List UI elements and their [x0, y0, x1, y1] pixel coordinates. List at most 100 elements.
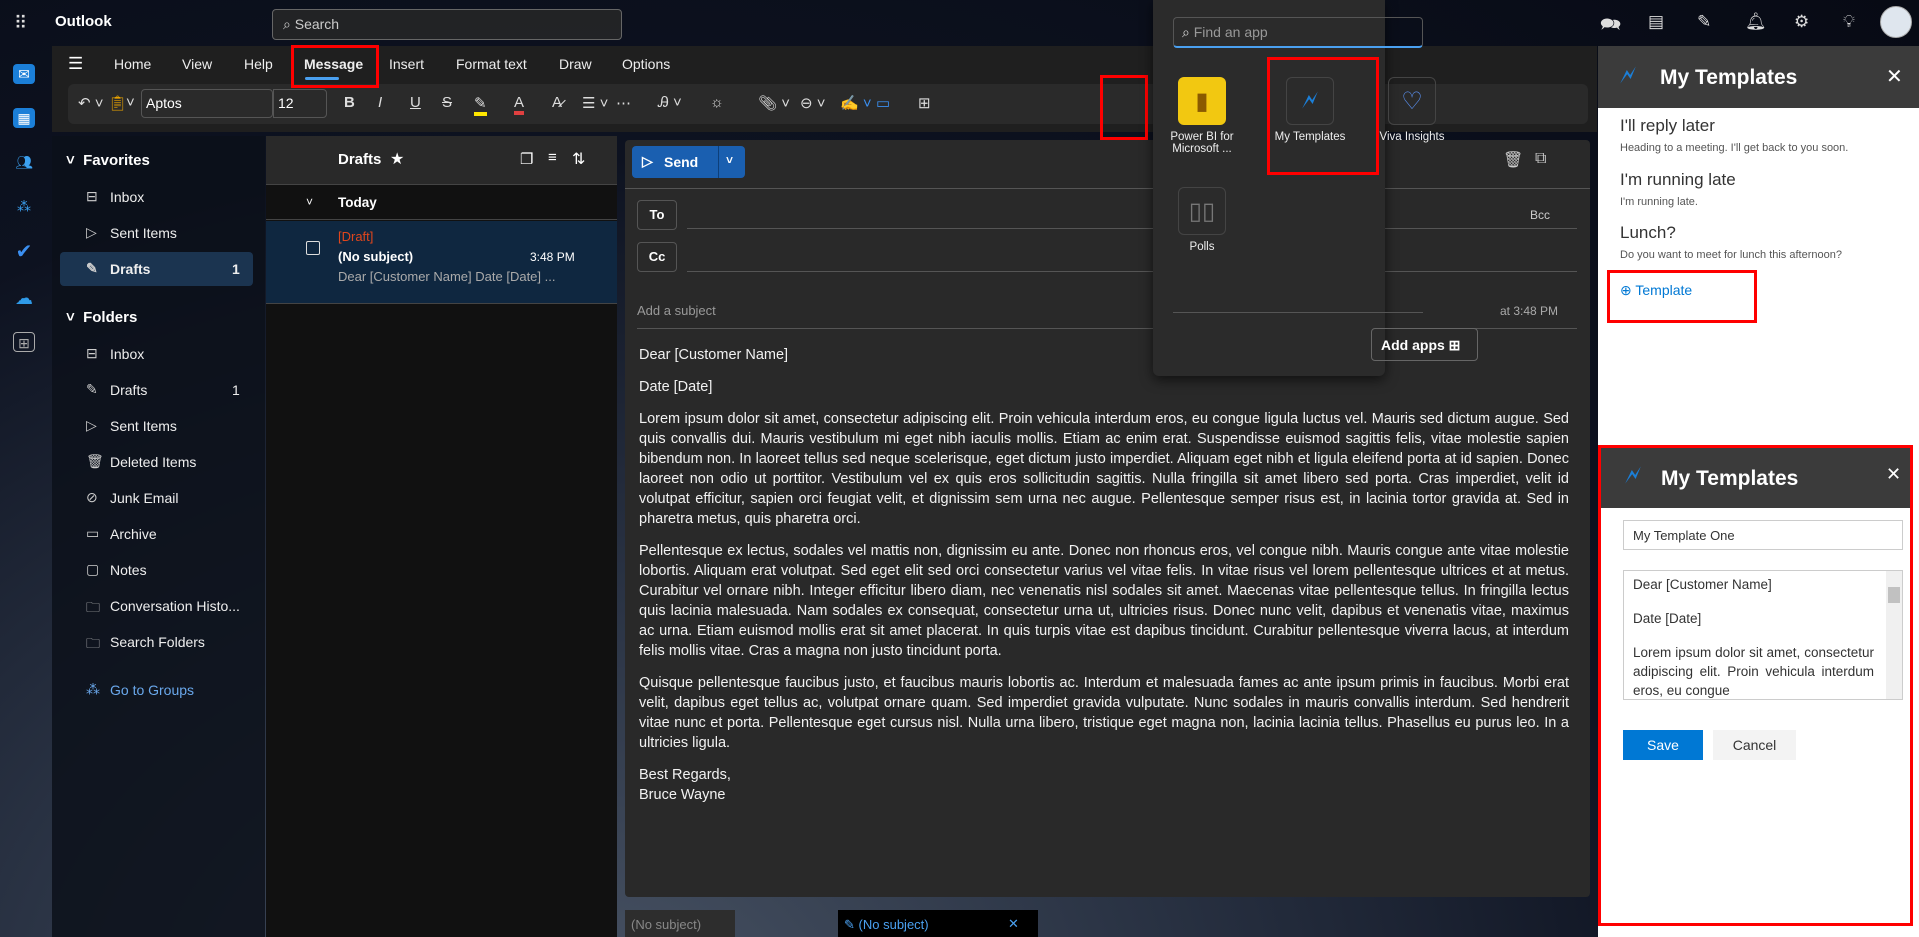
- select-icon[interactable]: ❐: [520, 150, 533, 168]
- to-button[interactable]: To: [637, 200, 677, 230]
- undo-icon[interactable]: ↶ ˅: [78, 94, 104, 112]
- favorites-header[interactable]: ˅ Favorites: [66, 152, 150, 169]
- spacing-icon[interactable]: ☰ ˅: [582, 94, 608, 112]
- template-content-textarea[interactable]: Dear [Customer Name] Date [Date] Lorem i…: [1623, 570, 1903, 700]
- subject-input[interactable]: Add a subject: [637, 303, 716, 318]
- folders-header[interactable]: ˅ Folders: [66, 309, 137, 326]
- paste-dropdown-icon[interactable]: ˅: [126, 94, 135, 111]
- teams-icon[interactable]: ⁂: [13, 196, 35, 216]
- more-apps-icon[interactable]: ⊞: [13, 332, 35, 352]
- message-body[interactable]: Dear [Customer Name] Date [Date] Lorem i…: [639, 345, 1569, 805]
- folder-deleted[interactable]: 🗑︎ Deleted Items: [52, 445, 265, 479]
- go-to-groups-link[interactable]: ⁂ Go to Groups: [52, 673, 265, 707]
- strikethrough-icon[interactable]: S: [442, 94, 452, 111]
- lightbulb-icon[interactable]: 💡︎: [1843, 12, 1855, 32]
- people-icon[interactable]: 👥︎: [13, 152, 35, 172]
- close-icon[interactable]: ✕: [1008, 916, 1019, 932]
- avatar[interactable]: [1880, 6, 1912, 38]
- add-apps-button[interactable]: Add apps ⊞: [1371, 328, 1478, 361]
- favorites-item-drafts[interactable]: ✎ Drafts 1: [60, 252, 253, 286]
- tab-format-text[interactable]: Format text: [456, 56, 527, 72]
- template-name-input[interactable]: My Template One: [1623, 520, 1903, 550]
- folder-drafts[interactable]: ✎ Drafts 1: [52, 373, 265, 407]
- notes-icon[interactable]: ✎: [1697, 12, 1711, 32]
- find-app-input[interactable]: ⌕ Find an app: [1173, 17, 1423, 48]
- signature-icon[interactable]: ✍ ˅: [840, 94, 872, 112]
- bottom-tab-active[interactable]: ✎ (No subject) ✕: [838, 910, 1038, 937]
- meeting-icon[interactable]: ▭: [876, 94, 890, 112]
- send-button[interactable]: ▷ Send ˅: [632, 146, 745, 178]
- app-viva-insights[interactable]: ♡ Viva Insights: [1371, 77, 1453, 143]
- link-icon[interactable]: ⊖ ˅: [800, 94, 826, 112]
- font-color-icon[interactable]: A: [514, 94, 525, 115]
- app-my-templates[interactable]: 🗲 My Templates: [1269, 77, 1351, 143]
- send-options-chevron-icon[interactable]: ˅: [726, 153, 733, 167]
- font-size-select[interactable]: 12: [273, 89, 327, 118]
- close-icon[interactable]: ✕: [1886, 64, 1903, 89]
- discard-icon[interactable]: 🗑︎: [1503, 150, 1523, 170]
- editor-icon[interactable]: Ꭿ ˅: [658, 94, 682, 111]
- select-checkbox[interactable]: [306, 241, 320, 255]
- template-item[interactable]: I'm running late I'm running late.: [1620, 170, 1910, 208]
- scrollbar-thumb[interactable]: [1888, 587, 1900, 603]
- close-icon[interactable]: ✕: [1886, 464, 1901, 485]
- template-item[interactable]: I'll reply later Heading to a meeting. I'…: [1620, 116, 1910, 154]
- template-item[interactable]: Lunch? Do you want to meet for lunch this…: [1620, 223, 1910, 261]
- add-template-button[interactable]: ⊕ Template: [1620, 282, 1692, 299]
- sensitivity-icon[interactable]: ☼: [710, 94, 724, 111]
- group-today[interactable]: ˅ Today: [266, 186, 617, 220]
- tab-options[interactable]: Options: [622, 56, 670, 72]
- font-select[interactable]: Aptos: [141, 89, 273, 118]
- cancel-button[interactable]: Cancel: [1713, 730, 1796, 760]
- feedback-icon[interactable]: 🗪: [1600, 12, 1621, 41]
- clear-format-icon[interactable]: A̷: [552, 94, 562, 111]
- folder-notes[interactable]: ▢ Notes: [52, 553, 265, 587]
- filter-icon[interactable]: ≡: [548, 149, 557, 166]
- app-launcher-icon[interactable]: ⠿: [14, 13, 27, 34]
- tab-view[interactable]: View: [182, 56, 212, 72]
- app-polls[interactable]: ▯▯ Polls: [1161, 187, 1243, 253]
- folder-search-folders[interactable]: 🗀 Search Folders: [52, 625, 265, 659]
- attach-icon[interactable]: 📎︎ ˅: [758, 94, 790, 112]
- highlight-icon[interactable]: ✎: [474, 94, 487, 116]
- scrollbar[interactable]: [1886, 571, 1902, 699]
- bold-icon[interactable]: B: [344, 94, 355, 111]
- tab-home[interactable]: Home: [114, 56, 151, 72]
- favorites-item-inbox[interactable]: ⊟ Inbox: [52, 180, 265, 214]
- paste-icon[interactable]: 📋︎: [108, 94, 127, 112]
- pop-out-icon[interactable]: ⧉: [1535, 150, 1546, 168]
- tab-draw[interactable]: Draw: [559, 56, 592, 72]
- apps-icon[interactable]: ⊞: [918, 94, 931, 112]
- app-power-bi[interactable]: ▮ Power BI for Microsoft ...: [1161, 77, 1243, 155]
- italic-icon[interactable]: I: [378, 94, 382, 111]
- tab-message[interactable]: Message: [304, 56, 363, 72]
- star-icon[interactable]: ★: [390, 149, 404, 169]
- sort-icon[interactable]: ⇅: [572, 149, 585, 169]
- more-format-icon[interactable]: ⋯: [616, 94, 631, 112]
- folder-conversation-history[interactable]: 🗀 Conversation Histo...: [52, 589, 265, 623]
- folder-archive[interactable]: ▭ Archive: [52, 517, 265, 551]
- cc-button[interactable]: Cc: [637, 242, 677, 272]
- folder-sent[interactable]: ▷ Sent Items: [52, 409, 265, 443]
- cc-field[interactable]: [687, 271, 1577, 272]
- bcc-button[interactable]: Bcc: [1530, 208, 1550, 222]
- search-input[interactable]: ⌕ Search: [272, 9, 622, 40]
- onenote-icon[interactable]: ▤: [1648, 12, 1664, 32]
- favorites-item-sent[interactable]: ▷ Sent Items: [52, 216, 265, 250]
- onedrive-icon[interactable]: ☁: [13, 288, 35, 308]
- to-field[interactable]: [687, 228, 1577, 229]
- todo-icon[interactable]: ✔: [13, 242, 35, 262]
- hamburger-icon[interactable]: ☰: [68, 54, 83, 74]
- folder-inbox[interactable]: ⊟ Inbox: [52, 337, 265, 371]
- gear-icon[interactable]: ⚙: [1794, 12, 1809, 32]
- underline-icon[interactable]: U: [410, 94, 421, 111]
- save-button[interactable]: Save: [1623, 730, 1703, 760]
- tab-insert[interactable]: Insert: [389, 56, 424, 72]
- list-item[interactable]: [Draft] (No subject) 3:48 PM Dear [Custo…: [266, 221, 617, 304]
- tab-help[interactable]: Help: [244, 56, 273, 72]
- bell-icon[interactable]: 🔔︎: [1745, 12, 1767, 32]
- folder-junk[interactable]: ⊘ Junk Email: [52, 481, 265, 515]
- calendar-icon[interactable]: ▦: [13, 108, 35, 128]
- bottom-tab-draft[interactable]: (No subject): [625, 910, 735, 937]
- mail-icon[interactable]: ✉: [13, 64, 35, 84]
